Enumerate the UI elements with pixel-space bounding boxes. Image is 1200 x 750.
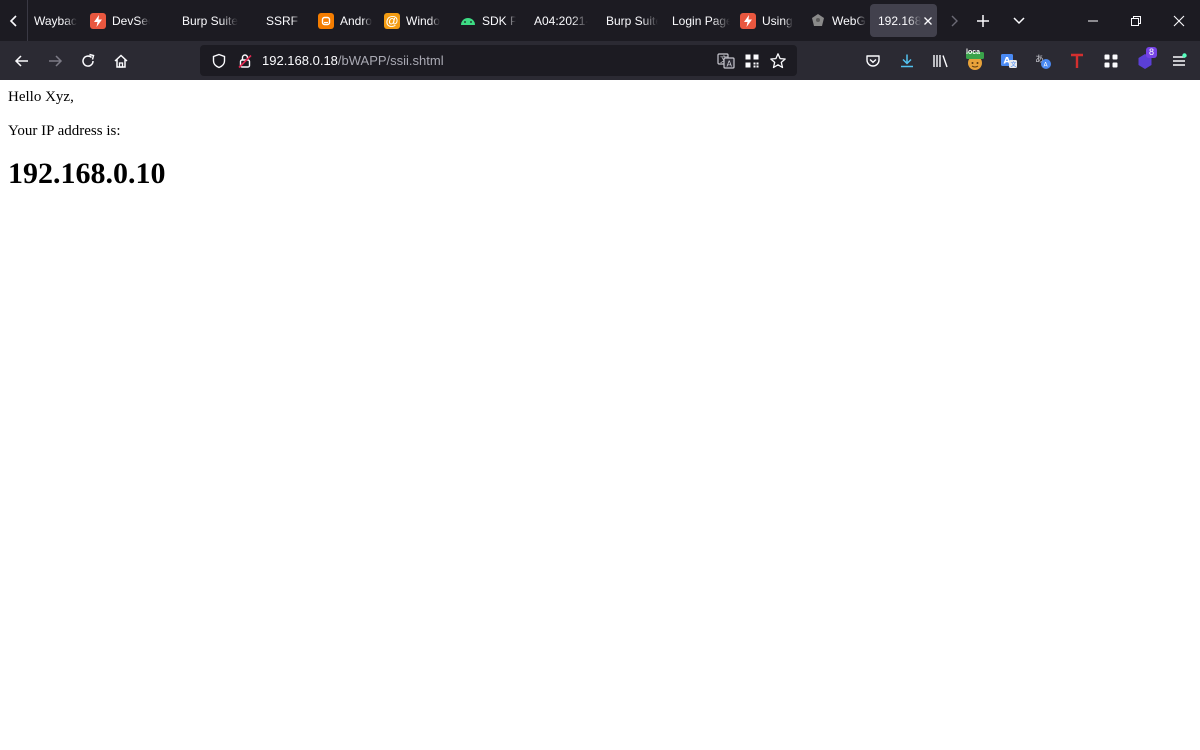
reload-button[interactable]	[71, 45, 104, 77]
url-text: 192.168.0.18/bWAPP/ssii.shtml	[262, 53, 444, 68]
toolbar-extensions: loca A文 あA 8	[856, 41, 1196, 80]
tab-title: SDK P	[482, 13, 516, 28]
ip-address-label: Your IP address is:	[8, 123, 121, 139]
arrow-left-icon	[14, 54, 28, 67]
tab-scroll-left-button[interactable]	[0, 0, 28, 41]
tab-windows[interactable]: @ Windo	[378, 0, 446, 41]
address-bar-actions: 文A	[713, 48, 791, 74]
extension-badge-count: 8	[1145, 46, 1157, 58]
minimize-button[interactable]	[1071, 0, 1114, 41]
url-host: 192.168.0.18	[262, 53, 338, 68]
language-extension-icon: あA	[1035, 54, 1051, 69]
reload-icon	[81, 53, 94, 67]
translate-icon[interactable]: 文A	[713, 48, 739, 74]
translate-extension-button[interactable]: A文	[992, 45, 1026, 77]
tab-title: SSRF (	[266, 13, 302, 28]
tab-burp-suite-2[interactable]: Burp Suite	[592, 0, 662, 41]
bolt-favicon-icon	[90, 12, 106, 29]
home-button[interactable]	[104, 45, 137, 77]
url-path: /bWAPP/ssii.shtml	[337, 53, 444, 68]
tab-title: Using	[762, 13, 793, 28]
new-tab-button[interactable]	[965, 0, 1001, 41]
tab-strip: Waybac DevSec Burp Suite SSRF ( Andro @ …	[0, 0, 1200, 41]
tab-login-page[interactable]: Login Page	[662, 0, 734, 41]
tab-strip-controls	[943, 0, 1037, 41]
downloads-button[interactable]	[890, 45, 924, 77]
tab-burp-suite-1[interactable]: Burp Suite	[154, 0, 246, 41]
tab-devsec[interactable]: DevSec	[84, 0, 154, 41]
tab-scroll-right-button[interactable]	[943, 0, 965, 41]
tab-using[interactable]: Using	[734, 0, 804, 41]
tab-a04-2021[interactable]: A04:2021-	[520, 0, 592, 41]
home-icon	[113, 53, 128, 68]
tab-close-icon[interactable]	[923, 16, 933, 26]
address-bar[interactable]: 192.168.0.18/bWAPP/ssii.shtml 文A	[200, 45, 797, 76]
t-extension-button[interactable]	[1060, 45, 1094, 77]
list-all-tabs-button[interactable]	[1001, 0, 1037, 41]
qr-code-icon[interactable]	[739, 48, 765, 74]
tab-webgoat[interactable]: WebG	[804, 0, 870, 41]
blogger-icon	[318, 12, 334, 29]
tab-title: Login Page	[672, 13, 730, 28]
navigation-toolbar: 192.168.0.18/bWAPP/ssii.shtml 文A loca	[0, 41, 1200, 80]
pocket-icon	[866, 54, 880, 67]
close-icon	[1173, 15, 1184, 26]
tab-wayback[interactable]: Waybac	[28, 0, 84, 41]
greeting-text: Hello Xyz,	[8, 89, 74, 105]
arrow-right-icon	[48, 54, 62, 67]
chevron-down-icon	[1013, 16, 1025, 24]
restore-icon	[1130, 15, 1141, 26]
language-extension-button[interactable]: あA	[1026, 45, 1060, 77]
grid-icon	[1104, 54, 1118, 67]
tab-title: Andro	[340, 13, 373, 28]
android-icon	[460, 13, 476, 29]
hamburger-menu-icon	[1173, 52, 1187, 66]
close-window-button[interactable]	[1157, 0, 1200, 41]
tab-title: Waybac	[34, 13, 77, 28]
ip-address-value: 192.168.0.10	[8, 157, 166, 190]
tab-ssrf[interactable]: SSRF (	[246, 0, 306, 41]
bookmark-star-icon[interactable]	[765, 48, 791, 74]
plus-icon	[977, 14, 989, 27]
window-controls	[1071, 0, 1200, 41]
app-menu-button[interactable]	[1162, 45, 1196, 77]
tab-title: DevSec	[112, 13, 150, 28]
tab-title: Windo	[406, 13, 441, 28]
forward-button[interactable]	[38, 45, 71, 77]
page-content: Hello Xyz, Your IP address is: 192.168.0…	[0, 80, 1200, 750]
tracking-protection-shield-icon[interactable]	[206, 48, 232, 74]
extensions-grid-button[interactable]	[1094, 45, 1128, 77]
download-icon	[901, 54, 913, 67]
library-icon	[933, 54, 948, 67]
tab-title: A04:2021-	[534, 13, 588, 28]
translate-extension-icon: A文	[1001, 53, 1017, 68]
t-letter-icon	[1071, 53, 1083, 68]
tab-title: Burp Suite	[182, 13, 239, 28]
localhost-extension-label: loca	[966, 48, 981, 56]
tab-title: WebG	[832, 13, 866, 28]
chevron-right-icon	[951, 15, 958, 26]
tab-current-192-168[interactable]: 192.168	[870, 4, 937, 37]
insecure-lock-icon[interactable]	[232, 48, 258, 74]
tab-android[interactable]: Andro	[306, 0, 378, 41]
tab-title: 192.168	[878, 13, 921, 28]
badge-extension-button[interactable]: 8	[1128, 45, 1162, 77]
svg-text:文: 文	[1011, 60, 1017, 68]
localhost-extension-button[interactable]: loca	[958, 45, 992, 77]
tab-list: Waybac DevSec Burp Suite SSRF ( Andro @ …	[28, 0, 937, 41]
pocket-button[interactable]	[856, 45, 890, 77]
svg-text:A: A	[727, 59, 733, 68]
webgoat-icon	[810, 13, 826, 29]
minimize-icon	[1087, 20, 1098, 21]
back-button[interactable]	[5, 45, 38, 77]
restore-button[interactable]	[1114, 0, 1157, 41]
at-sign-icon: @	[384, 12, 400, 29]
tab-title: Burp Suite	[606, 13, 658, 28]
library-button[interactable]	[924, 45, 958, 77]
chevron-left-icon	[9, 14, 17, 27]
tab-sdk[interactable]: SDK P	[446, 0, 520, 41]
bolt-favicon-icon	[740, 12, 756, 29]
